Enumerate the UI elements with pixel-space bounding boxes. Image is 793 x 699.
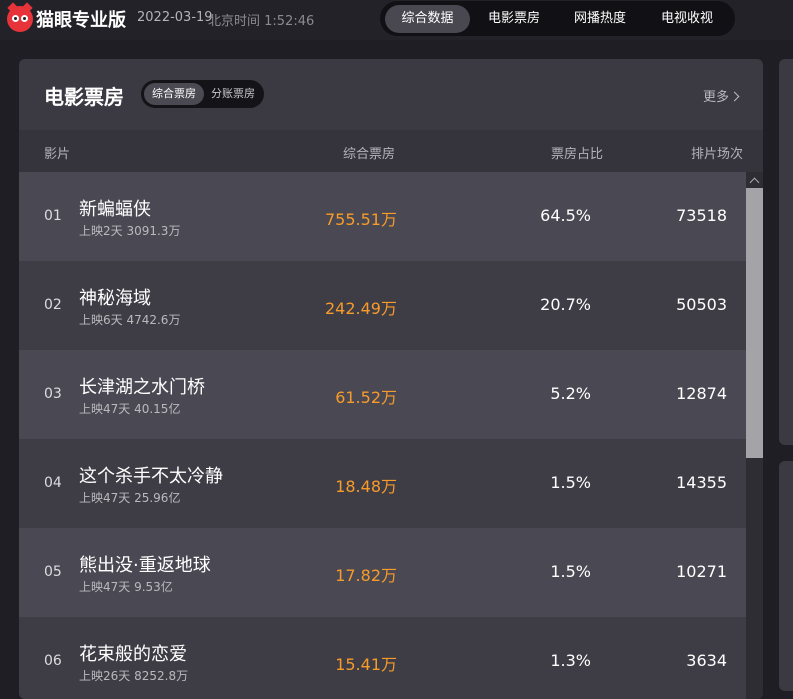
movie-show-count: 12874 bbox=[676, 384, 727, 403]
movie-box-office: 61.52万 bbox=[335, 388, 397, 407]
card-title: 电影票房 bbox=[44, 85, 124, 109]
brand-name[interactable]: 猫眼专业版 bbox=[36, 6, 126, 32]
movie-box-office: 242.49万 bbox=[325, 299, 397, 318]
movie-show-count: 14355 bbox=[676, 473, 727, 492]
movie-release-info: 上映47天 25.96亿 bbox=[79, 491, 181, 505]
movie-name: 新蝙蝠侠 bbox=[79, 199, 151, 220]
movie-box-office-card: 电影票房 综合票房 分账票房 更多 影片 综合票房 票房占比 排片场次 01 新… bbox=[19, 59, 763, 699]
top-bar: 猫眼专业版 2022-03-19 北京时间 1:52:46 综合数据 电影票房 … bbox=[0, 0, 793, 40]
row-rank: 03 bbox=[44, 386, 62, 402]
movie-release-info: 上映6天 4742.6万 bbox=[79, 313, 181, 327]
table-row[interactable]: 01 新蝙蝠侠 上映2天 3091.3万 755.51万 64.5% 73518 bbox=[19, 172, 746, 261]
column-header-box-office: 综合票房 bbox=[342, 147, 395, 162]
tab-movie-box-office[interactable]: 电影票房 bbox=[472, 5, 556, 33]
toggle-comprehensive-box[interactable]: 综合票房 bbox=[144, 83, 204, 105]
movie-name: 花束般的恋爱 bbox=[79, 644, 187, 665]
scrollbar-thumb[interactable] bbox=[746, 188, 763, 458]
box-office-type-toggle: 综合票房 分账票房 bbox=[141, 80, 264, 108]
current-date: 2022-03-19 bbox=[137, 10, 213, 25]
current-time: 北京时间 1:52:46 bbox=[208, 14, 315, 29]
tab-comprehensive-data[interactable]: 综合数据 bbox=[385, 5, 470, 33]
movie-box-office: 18.48万 bbox=[335, 477, 397, 496]
movie-show-count: 50503 bbox=[676, 295, 727, 314]
column-header-share: 票房占比 bbox=[550, 147, 603, 162]
table-header: 影片 综合票房 票房占比 排片场次 bbox=[19, 130, 763, 172]
column-header-shows: 排片场次 bbox=[690, 147, 743, 162]
movie-release-info: 上映2天 3091.3万 bbox=[79, 224, 181, 238]
side-panel-edge bbox=[779, 461, 793, 691]
movie-box-office: 17.82万 bbox=[335, 566, 397, 585]
movie-release-info: 上映47天 40.15亿 bbox=[79, 402, 181, 416]
table-scrollbar[interactable] bbox=[746, 172, 763, 699]
movie-name: 长津湖之水门桥 bbox=[79, 377, 205, 398]
movie-name: 这个杀手不太冷静 bbox=[79, 466, 223, 487]
tab-web-heat[interactable]: 网播热度 bbox=[558, 5, 642, 33]
row-rank: 01 bbox=[44, 208, 62, 224]
table-row[interactable]: 03 长津湖之水门桥 上映47天 40.15亿 61.52万 5.2% 1287… bbox=[19, 350, 746, 439]
movie-show-count: 3634 bbox=[686, 651, 727, 670]
tab-tv-ratings[interactable]: 电视收视 bbox=[645, 5, 729, 33]
more-label: 更多 bbox=[703, 90, 730, 105]
movie-show-count: 10271 bbox=[676, 562, 727, 581]
chevron-up-icon[interactable] bbox=[746, 172, 763, 188]
cat-eye-logo-icon[interactable] bbox=[7, 2, 33, 32]
table-row[interactable]: 06 花束般的恋爱 上映26天 8252.8万 15.41万 1.3% 3634 bbox=[19, 617, 746, 699]
row-rank: 06 bbox=[44, 653, 62, 669]
row-rank: 04 bbox=[44, 475, 62, 491]
movie-box-share: 64.5% bbox=[540, 206, 591, 225]
table-row[interactable]: 04 这个杀手不太冷静 上映47天 25.96亿 18.48万 1.5% 143… bbox=[19, 439, 746, 528]
movie-box-share: 1.5% bbox=[550, 473, 591, 492]
movie-table-body: 01 新蝙蝠侠 上映2天 3091.3万 755.51万 64.5% 73518… bbox=[19, 172, 746, 699]
movie-box-share: 1.3% bbox=[550, 651, 591, 670]
movie-box-office: 755.51万 bbox=[325, 210, 397, 229]
toggle-split-box[interactable]: 分账票房 bbox=[205, 83, 261, 105]
movie-name: 熊出没·重返地球 bbox=[79, 555, 211, 576]
row-rank: 02 bbox=[44, 297, 62, 313]
movie-box-share: 1.5% bbox=[550, 562, 591, 581]
movie-name: 神秘海域 bbox=[79, 288, 151, 309]
top-nav: 综合数据 电影票房 网播热度 电视收视 bbox=[380, 1, 735, 36]
movie-release-info: 上映26天 8252.8万 bbox=[79, 669, 189, 683]
movie-box-share: 5.2% bbox=[550, 384, 591, 403]
movie-show-count: 73518 bbox=[676, 206, 727, 225]
row-rank: 05 bbox=[44, 564, 62, 580]
table-row[interactable]: 02 神秘海域 上映6天 4742.6万 242.49万 20.7% 50503 bbox=[19, 261, 746, 350]
column-header-movie: 影片 bbox=[44, 147, 71, 162]
movie-release-info: 上映47天 9.53亿 bbox=[79, 580, 173, 594]
more-link[interactable]: 更多 bbox=[703, 86, 740, 105]
side-panel-edge bbox=[779, 59, 793, 445]
chevron-right-icon bbox=[729, 91, 740, 102]
movie-box-office: 15.41万 bbox=[335, 655, 397, 674]
table-row[interactable]: 05 熊出没·重返地球 上映47天 9.53亿 17.82万 1.5% 1027… bbox=[19, 528, 746, 617]
movie-box-share: 20.7% bbox=[540, 295, 591, 314]
